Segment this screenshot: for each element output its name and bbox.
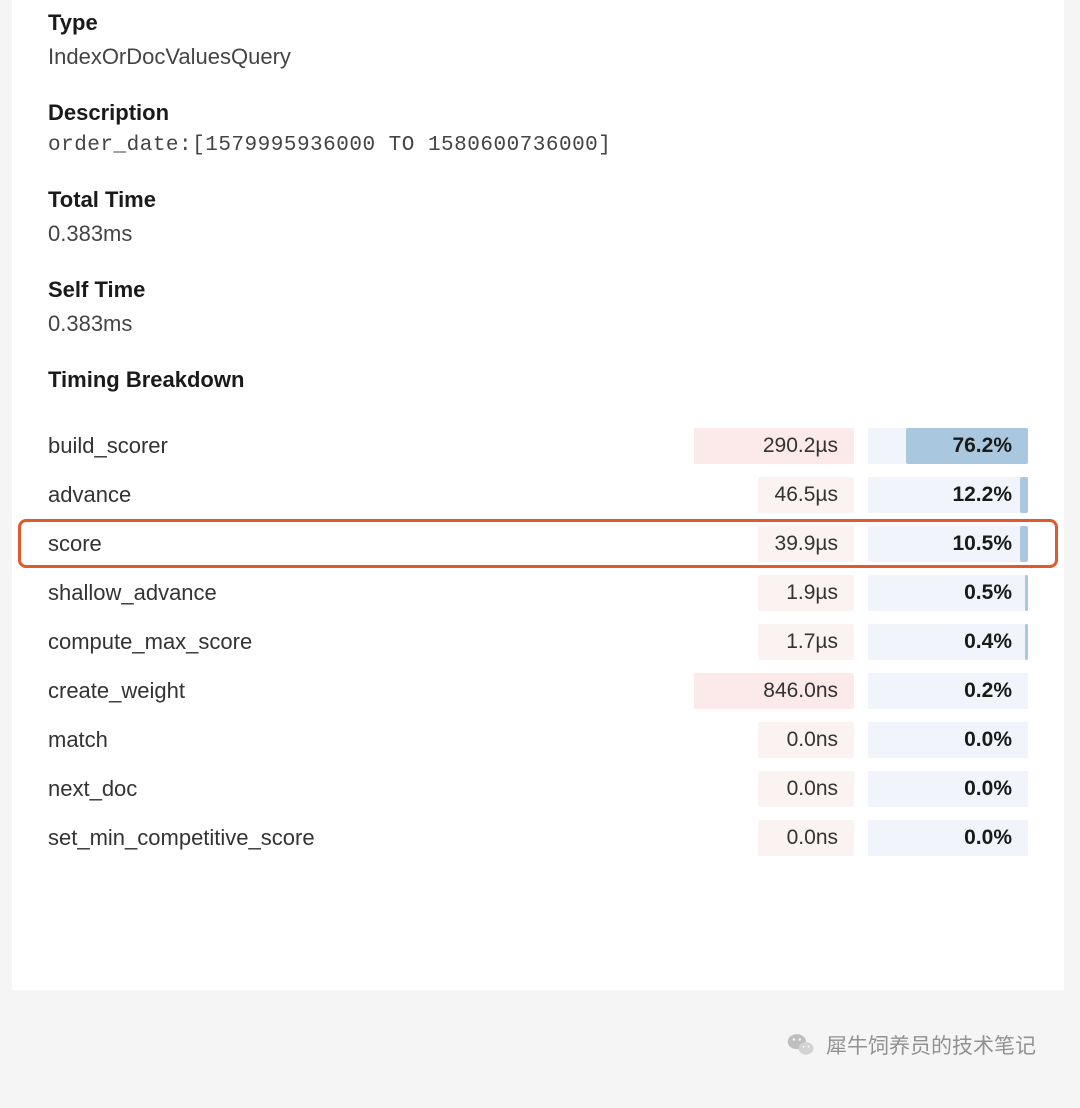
timing-pct-cell: 10.5% <box>868 526 1028 562</box>
label-type: Type <box>48 10 1028 36</box>
timing-label: match <box>48 727 694 753</box>
section-type: Type IndexOrDocValuesQuery <box>48 10 1028 70</box>
timing-time-value: 39.9µs <box>775 532 838 556</box>
label-description: Description <box>48 100 1028 126</box>
timing-time-value: 1.9µs <box>786 581 838 605</box>
timing-time-value: 0.0ns <box>787 728 838 752</box>
timing-pct-value: 0.0% <box>964 728 1012 752</box>
label-self-time: Self Time <box>48 277 1028 303</box>
timing-pct-value: 0.4% <box>964 630 1012 654</box>
timing-pct-cell: 76.2% <box>868 428 1028 464</box>
section-total-time: Total Time 0.383ms <box>48 187 1028 247</box>
timing-pct-bar-fill <box>1020 526 1028 562</box>
value-description: order_date:[1579995936000 TO 15806007360… <box>48 134 1028 157</box>
timing-row: advance 46.5µs 12.2% <box>48 470 1028 519</box>
timing-pct-cell: 0.0% <box>868 820 1028 856</box>
timing-row: build_scorer 290.2µs 76.2% <box>48 421 1028 470</box>
timing-time-value: 290.2µs <box>763 434 838 458</box>
section-description: Description order_date:[1579995936000 TO… <box>48 100 1028 157</box>
timing-breakdown-header: Timing Breakdown <box>48 367 1028 393</box>
timing-pct-cell: 0.4% <box>868 624 1028 660</box>
value-total-time: 0.383ms <box>48 221 1028 247</box>
timing-label: compute_max_score <box>48 629 694 655</box>
timing-time-cell: 39.9µs <box>694 526 854 562</box>
label-total-time: Total Time <box>48 187 1028 213</box>
timing-label: build_scorer <box>48 433 694 459</box>
timing-time-value: 0.0ns <box>787 826 838 850</box>
timing-row: score 39.9µs 10.5% <box>18 519 1058 568</box>
timing-pct-bar-fill <box>1025 624 1028 660</box>
section-self-time: Self Time 0.383ms <box>48 277 1028 337</box>
watermark: 犀牛饲养员的技术笔记 <box>786 1030 1036 1060</box>
timing-time-cell: 0.0ns <box>694 722 854 758</box>
timing-pct-value: 0.5% <box>964 581 1012 605</box>
timing-pct-cell: 0.5% <box>868 575 1028 611</box>
profile-panel: Type IndexOrDocValuesQuery Description o… <box>12 0 1064 990</box>
timing-time-cell: 1.9µs <box>694 575 854 611</box>
timing-pct-value: 12.2% <box>952 483 1012 507</box>
timing-pct-bar-fill <box>1025 575 1028 611</box>
timing-row: next_doc 0.0ns 0.0% <box>48 764 1028 813</box>
timing-row: create_weight 846.0ns 0.2% <box>48 666 1028 715</box>
timing-time-cell: 0.0ns <box>694 820 854 856</box>
timing-pct-value: 0.2% <box>964 679 1012 703</box>
value-self-time: 0.383ms <box>48 311 1028 337</box>
watermark-text: 犀牛饲养员的技术笔记 <box>826 1030 1036 1060</box>
timing-time-cell: 846.0ns <box>694 673 854 709</box>
timing-label: advance <box>48 482 694 508</box>
timing-time-cell: 1.7µs <box>694 624 854 660</box>
timing-pct-value: 0.0% <box>964 826 1012 850</box>
timing-label: score <box>48 531 694 557</box>
timing-label: create_weight <box>48 678 694 704</box>
value-type: IndexOrDocValuesQuery <box>48 44 1028 70</box>
timing-label: set_min_competitive_score <box>48 825 694 851</box>
wechat-icon <box>786 1030 816 1060</box>
timing-time-value: 0.0ns <box>787 777 838 801</box>
timing-time-cell: 0.0ns <box>694 771 854 807</box>
timing-label: shallow_advance <box>48 580 694 606</box>
timing-time-value: 1.7µs <box>786 630 838 654</box>
timing-pct-cell: 0.2% <box>868 673 1028 709</box>
timing-row: set_min_competitive_score 0.0ns 0.0% <box>48 813 1028 862</box>
timing-pct-cell: 0.0% <box>868 722 1028 758</box>
timing-pct-value: 10.5% <box>952 532 1012 556</box>
timing-row: shallow_advance 1.9µs 0.5% <box>48 568 1028 617</box>
timing-time-cell: 290.2µs <box>694 428 854 464</box>
timing-pct-cell: 12.2% <box>868 477 1028 513</box>
timing-pct-cell: 0.0% <box>868 771 1028 807</box>
timing-row: match 0.0ns 0.0% <box>48 715 1028 764</box>
timing-time-value: 46.5µs <box>775 483 838 507</box>
timing-pct-bar-fill <box>1020 477 1028 513</box>
timing-time-cell: 46.5µs <box>694 477 854 513</box>
timing-pct-value: 0.0% <box>964 777 1012 801</box>
timing-pct-value: 76.2% <box>952 434 1012 458</box>
timing-time-value: 846.0ns <box>763 679 838 703</box>
timing-rows: build_scorer 290.2µs 76.2% advance 46.5µs 12.… <box>48 421 1028 862</box>
timing-row: compute_max_score 1.7µs 0.4% <box>48 617 1028 666</box>
timing-label: next_doc <box>48 776 694 802</box>
